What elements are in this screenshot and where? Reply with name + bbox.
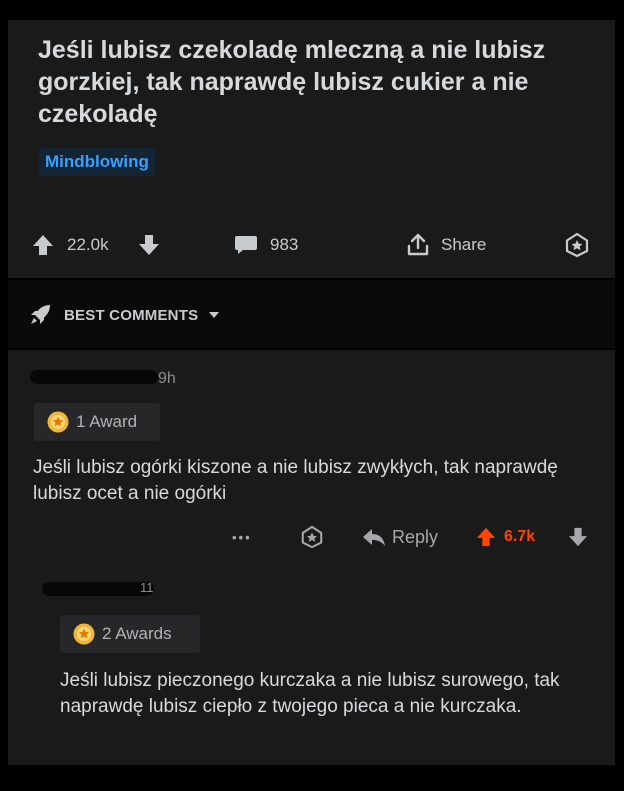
award-icon <box>47 411 69 433</box>
share-icon <box>407 233 429 256</box>
award-badge[interactable]: 1 Award <box>34 403 160 441</box>
sort-dropdown[interactable]: BEST COMMENTS <box>28 302 220 328</box>
username-redacted <box>30 370 158 384</box>
arrow-up-icon <box>33 235 53 255</box>
arrow-down-icon <box>139 235 159 255</box>
post-score: 22.0k <box>67 235 109 254</box>
save-star-icon <box>565 232 589 258</box>
upvote-button[interactable] <box>32 227 54 263</box>
reply-label: Reply <box>392 526 439 547</box>
sort-label: BEST COMMENTS <box>64 306 199 324</box>
comment-downvote[interactable] <box>568 521 588 553</box>
comments-sort-bar: BEST COMMENTS <box>8 280 615 348</box>
save-star-icon <box>301 525 323 549</box>
comments-section: 9h 1 Award Jeśli lubisz ogórki kiszone a… <box>8 350 615 765</box>
comments-button[interactable]: 983 <box>234 227 298 263</box>
downvote-button[interactable] <box>138 227 160 263</box>
arrow-down-icon <box>568 527 588 547</box>
award-icon <box>73 623 95 645</box>
arrow-up-icon <box>476 527 496 547</box>
comment-score: 6.7k <box>504 528 536 545</box>
award-label: 2 Awards <box>102 624 172 643</box>
post-title[interactable]: Jeśli lubisz czekoladę mleczną a nie lub… <box>38 34 578 130</box>
reply-icon <box>363 529 385 546</box>
comment-body: Jeśli lubisz pieczonego kurczaka a nie l… <box>60 670 560 717</box>
comment-icon <box>235 236 257 254</box>
post-card: Jeśli lubisz czekoladę mleczną a nie lub… <box>8 20 615 278</box>
more-options-button[interactable]: ••• <box>232 521 252 553</box>
comment-upvote[interactable]: 6.7k <box>476 521 535 553</box>
caret-down-icon <box>209 312 220 318</box>
username-redacted <box>42 582 154 596</box>
comment-meta: 11 <box>140 580 154 595</box>
reply-button[interactable]: Reply <box>362 521 438 553</box>
comment-save-button[interactable] <box>300 521 324 553</box>
share-button[interactable]: Share <box>405 227 486 263</box>
award-label: 1 Award <box>76 412 138 431</box>
comment-meta: 9h <box>158 370 176 387</box>
rocket-icon <box>31 305 50 324</box>
post-flair[interactable]: Mindblowing <box>39 148 155 176</box>
share-label: Share <box>441 235 487 254</box>
comment-body: Jeśli lubisz ogórki kiszone a nie lubisz… <box>33 457 558 504</box>
award-badge[interactable]: 2 Awards <box>60 615 200 653</box>
comments-count: 983 <box>270 235 299 254</box>
save-button[interactable] <box>564 227 590 263</box>
